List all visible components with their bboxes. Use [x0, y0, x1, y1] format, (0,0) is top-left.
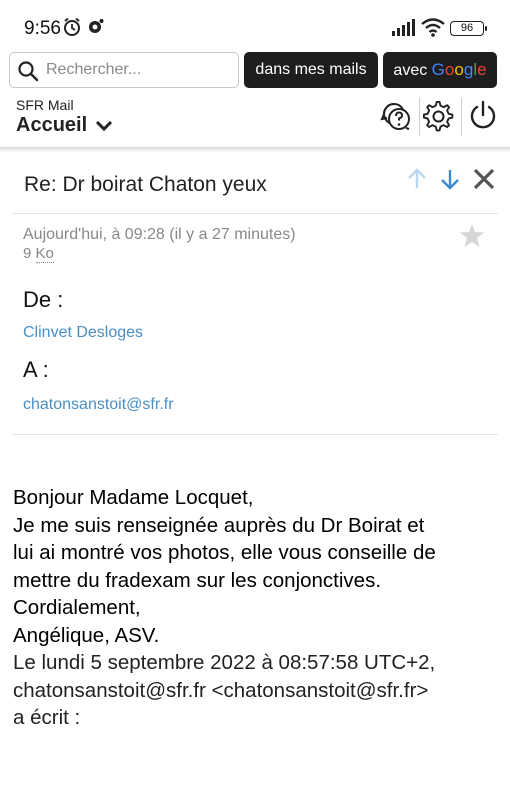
arrow-down-icon[interactable] [438, 167, 462, 191]
gear-icon[interactable] [423, 100, 455, 132]
message-date: Aujourd'hui, à 09:28 (il y a 27 minutes) [23, 226, 296, 243]
to-label: A : [23, 357, 49, 382]
google-logo-text: Google [431, 60, 487, 79]
folder-selector[interactable]: Accueil [16, 114, 113, 137]
star-icon[interactable] [460, 224, 484, 247]
quote-line: chatonsanstoit@sfr.fr <chatonsanstoit@sf… [13, 678, 429, 702]
power-icon[interactable] [467, 100, 499, 132]
arrow-up-icon[interactable] [405, 167, 429, 191]
wifi-icon [421, 18, 445, 37]
body-line: Je me suis renseignée auprès du Dr Boira… [13, 513, 425, 537]
message-size: 9 Ko [23, 245, 54, 263]
close-icon[interactable] [472, 167, 496, 191]
folder-name: Accueil [16, 114, 88, 136]
body-line: Angélique, ASV. [13, 623, 160, 647]
body-line: Bonjour Madame Locquet, [13, 486, 254, 509]
battery-icon: 96 [450, 21, 487, 36]
body-line: lui ai montré vos photos, elle vous cons… [13, 541, 436, 564]
body-line: mettre du fradexam sur les conjonctives. [13, 568, 382, 592]
status-bar: 9:56 96 [0, 0, 510, 50]
app-brand: SFR Mail [16, 97, 74, 113]
signal-icon [392, 19, 415, 36]
quote-line: a écrit : [13, 706, 81, 729]
search-in-mails-button[interactable]: dans mes mails [244, 52, 378, 88]
header-divider [461, 98, 462, 136]
quote-line: Le lundi 5 septembre 2022 à 08:57:58 UTC… [13, 651, 436, 674]
search-with-google-button[interactable]: avec Google [383, 52, 497, 88]
search-input[interactable] [46, 53, 234, 87]
search-box[interactable] [9, 52, 239, 88]
message-subject: Re: Dr boirat Chaton yeux [24, 173, 267, 196]
status-time: 9:56 [24, 18, 61, 39]
divider [12, 434, 498, 435]
help-icon[interactable] [380, 100, 412, 132]
search-icon [18, 61, 39, 82]
recipient-address[interactable]: chatonsanstoit@sfr.fr [23, 396, 174, 414]
from-label: De : [23, 287, 64, 312]
body-line: Cordialement, [13, 596, 141, 619]
header-divider [419, 98, 420, 136]
divider [12, 213, 498, 214]
google-button-prefix: avec [393, 62, 428, 79]
sender-name[interactable]: Clinvet Desloges [23, 324, 143, 342]
message-body: Bonjour Madame Locquet, Je me suis rense… [13, 484, 503, 732]
chevron-down-icon [95, 120, 112, 131]
notification-app-icon [89, 19, 104, 33]
alarm-icon [64, 17, 80, 36]
header-shadow [0, 147, 510, 152]
